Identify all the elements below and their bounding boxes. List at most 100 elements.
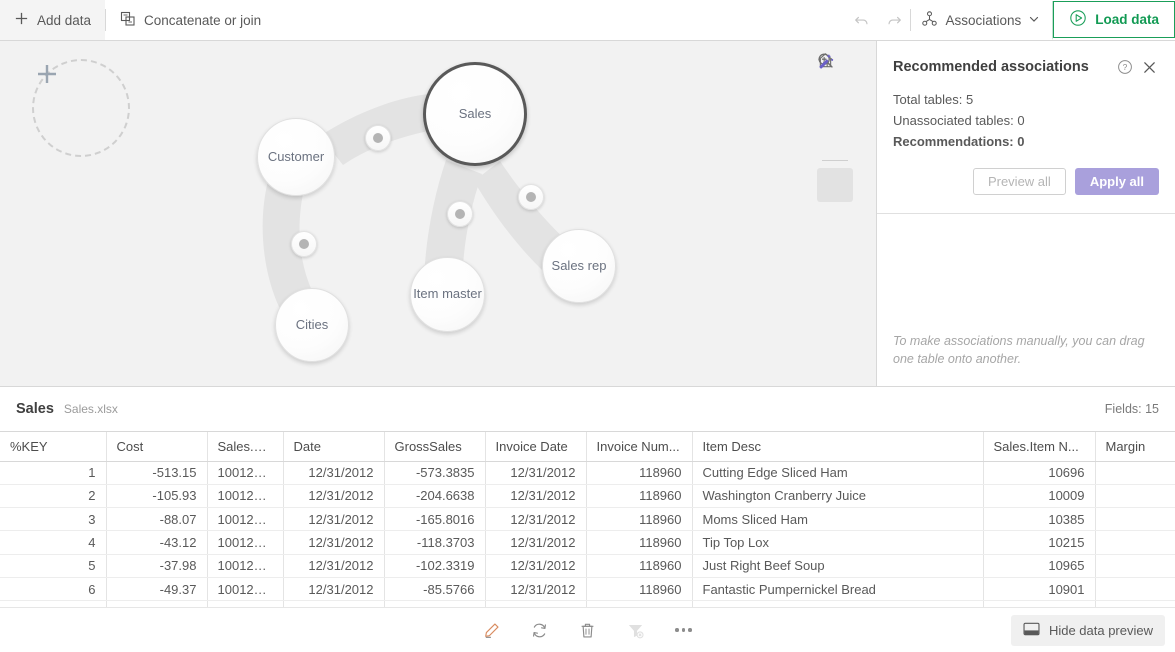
cell-sales-customer: 10012715	[207, 531, 283, 554]
table-bubble-customer[interactable]: Customer	[257, 118, 335, 196]
unassociated-tables-label: Unassociated tables:	[893, 113, 1014, 128]
preview-footer-toolbar: Hide data preview	[0, 607, 1175, 652]
association-link-sales-sales-rep[interactable]	[518, 184, 544, 210]
bubble-label: Customer	[268, 150, 324, 164]
svg-text:?: ?	[1123, 62, 1128, 72]
panel-actions: Preview all Apply all	[877, 152, 1175, 195]
column-header-margin[interactable]: Margin	[1095, 432, 1175, 461]
table-row[interactable]: 3 -88.07 10012715 12/31/2012 -165.8016 1…	[0, 508, 1175, 531]
cell-grosssales: -118.3703	[384, 531, 485, 554]
top-toolbar: Add data Concatenate or join	[0, 0, 1175, 41]
preview-table-wrapper[interactable]: %KEY Cost Sales.Custo... Date GrossSales…	[0, 431, 1175, 607]
preview-file-name: Sales.xlsx	[64, 402, 118, 416]
zoom-out-icon[interactable]	[817, 119, 853, 153]
more-options-icon[interactable]	[670, 616, 698, 644]
cell-date: 12/31/2012	[283, 484, 384, 507]
cell-date: 12/31/2012	[283, 531, 384, 554]
associations-dropdown[interactable]: Associations	[911, 0, 1052, 40]
help-icon[interactable]: ?	[1113, 55, 1137, 79]
column-header-key[interactable]: %KEY	[0, 432, 106, 461]
panel-title: Recommended associations	[893, 59, 1113, 75]
column-header-invoice-date[interactable]: Invoice Date	[485, 432, 586, 461]
refresh-icon[interactable]	[526, 616, 554, 644]
preview-fields-count: Fields: 15	[1105, 402, 1159, 416]
cell-invoice-date: 12/31/2012	[485, 461, 586, 484]
recommendations-row: Recommendations: 0	[893, 131, 1159, 152]
cell-invoice-date: 12/31/2012	[485, 577, 586, 600]
cell-key: 1	[0, 461, 106, 484]
cell-key: 4	[0, 531, 106, 554]
total-tables-row: Total tables: 5	[893, 89, 1159, 110]
column-header-grosssales[interactable]: GrossSales	[384, 432, 485, 461]
table-row[interactable]: 4 -43.12 10012715 12/31/2012 -118.3703 1…	[0, 531, 1175, 554]
cell-invoice-number: 118960	[586, 508, 692, 531]
column-header-sales-item-number[interactable]: Sales.Item N...	[983, 432, 1095, 461]
data-preview-section: Sales Sales.xlsx Fields: 15 %KEY Cost Sa…	[0, 386, 1175, 652]
cell-item-desc: Washington Cranberry Juice	[692, 484, 983, 507]
table-bubble-sales[interactable]: Sales	[423, 62, 527, 166]
cell-key: 3	[0, 508, 106, 531]
table-row[interactable]: 6 -49.37 10012715 12/31/2012 -85.5766 12…	[0, 577, 1175, 600]
add-data-button[interactable]: Add data	[0, 0, 105, 40]
column-header-sales-customer[interactable]: Sales.Custo...	[207, 432, 283, 461]
column-header-item-desc[interactable]: Item Desc	[692, 432, 983, 461]
undo-button[interactable]	[846, 0, 878, 41]
association-link-customer-sales[interactable]	[365, 125, 391, 151]
cell-date: 12/31/2012	[283, 508, 384, 531]
cell-cost: -105.93	[106, 484, 207, 507]
panel-divider	[877, 213, 1175, 214]
edit-pencil-icon[interactable]	[478, 616, 506, 644]
association-link-sales-item-master[interactable]	[447, 201, 473, 227]
hide-data-preview-button[interactable]: Hide data preview	[1011, 615, 1165, 646]
cell-item-desc: Tip Top Lox	[692, 531, 983, 554]
concatenate-or-join-button[interactable]: Concatenate or join	[106, 0, 275, 40]
cell-item-desc: Fantastic Pumpernickel Bread	[692, 577, 983, 600]
load-data-button[interactable]: Load data	[1052, 1, 1175, 40]
cell-sales-customer: 10012715	[207, 577, 283, 600]
cell-invoice-number: 118960	[586, 484, 692, 507]
table-row[interactable]: 1 -513.15 10012715 12/31/2012 -573.3835 …	[0, 461, 1175, 484]
preview-all-button[interactable]: Preview all	[973, 168, 1066, 195]
cell-cost: -513.15	[106, 461, 207, 484]
delete-trash-icon[interactable]	[574, 616, 602, 644]
chevron-down-icon	[1028, 13, 1040, 28]
magic-wand-icon[interactable]	[817, 168, 853, 202]
apply-all-button[interactable]: Apply all	[1075, 168, 1159, 195]
close-icon[interactable]	[1137, 55, 1161, 79]
unassociated-tables-row: Unassociated tables: 0	[893, 110, 1159, 131]
cell-invoice-date: 12/31/2012	[485, 508, 586, 531]
cell-date: 12/31/2012	[283, 577, 384, 600]
add-table-placeholder[interactable]	[32, 59, 130, 157]
table-bubble-sales-rep[interactable]: Sales rep	[542, 229, 616, 303]
table-row[interactable]: 5 -37.98 10012715 12/31/2012 -102.3319 1…	[0, 554, 1175, 577]
cell-margin	[1095, 531, 1175, 554]
cell-margin	[1095, 577, 1175, 600]
recommendations-label: Recommendations:	[893, 134, 1014, 149]
manual-association-hint: To make associations manually, you can d…	[893, 332, 1159, 368]
cell-sales-item-number: 10965	[983, 554, 1095, 577]
table-row[interactable]: 2 -105.93 10012715 12/31/2012 -204.6638 …	[0, 484, 1175, 507]
cell-grosssales: -573.3835	[384, 461, 485, 484]
redo-button[interactable]	[878, 0, 910, 41]
table-bubble-cities[interactable]: Cities	[275, 288, 349, 362]
canvas-toolbar	[816, 51, 854, 202]
association-link-customer-cities[interactable]	[291, 231, 317, 257]
cell-invoice-date: 12/31/2012	[485, 531, 586, 554]
column-header-date[interactable]: Date	[283, 432, 384, 461]
concatenate-icon	[120, 11, 136, 30]
column-header-cost[interactable]: Cost	[106, 432, 207, 461]
cell-invoice-date: 12/31/2012	[485, 484, 586, 507]
association-canvas[interactable]: Sales Customer Cities Item master Sales …	[0, 41, 876, 386]
cell-margin	[1095, 461, 1175, 484]
panel-stats: Total tables: 5 Unassociated tables: 0 R…	[877, 79, 1175, 152]
table-bubble-item-master[interactable]: Item master	[410, 257, 485, 332]
ellipsis-dots	[675, 628, 692, 632]
associations-label: Associations	[945, 13, 1021, 28]
zoom-in-icon[interactable]	[817, 85, 853, 119]
add-data-label: Add data	[37, 13, 91, 28]
column-header-invoice-number[interactable]: Invoice Num...	[586, 432, 692, 461]
total-tables-value: 5	[966, 92, 973, 107]
total-tables-label: Total tables:	[893, 92, 962, 107]
cell-item-desc: Moms Sliced Ham	[692, 508, 983, 531]
cell-grosssales: -102.3319	[384, 554, 485, 577]
